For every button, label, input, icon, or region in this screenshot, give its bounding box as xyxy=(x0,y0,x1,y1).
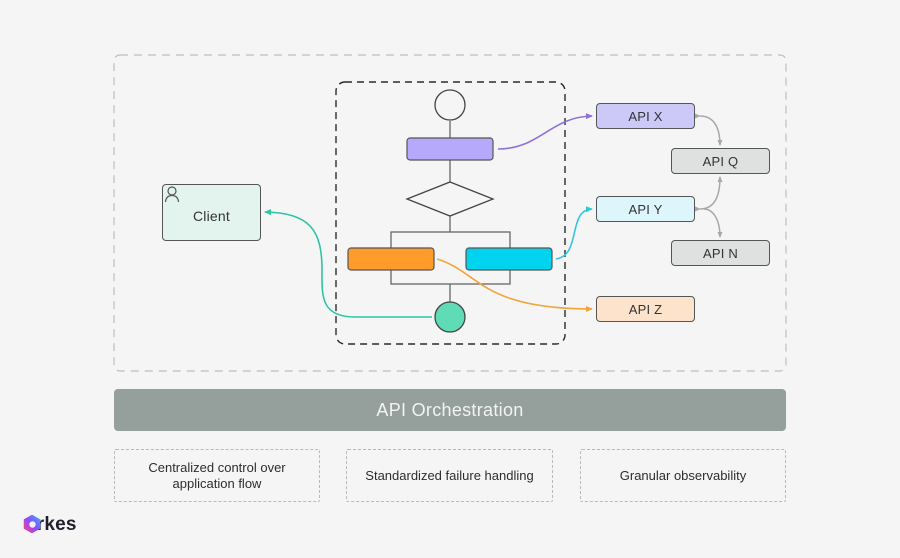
task-purple[interactable] xyxy=(406,137,494,161)
feature-label: Centralized control over application flo… xyxy=(148,459,286,491)
feature-failure-handling: Standardized failure handling xyxy=(346,449,553,502)
diagram-canvas: Client API X API Q API Y API N API Z API… xyxy=(0,0,900,558)
connector-cyan-to-api-y xyxy=(555,206,593,260)
feature-label: Standardized failure handling xyxy=(365,467,534,483)
banner-label: API Orchestration xyxy=(376,399,524,420)
api-q-node[interactable]: API Q xyxy=(671,148,770,174)
decision-node[interactable] xyxy=(405,181,495,217)
api-z-node[interactable]: API Z xyxy=(596,296,695,322)
client-label: Client xyxy=(193,208,230,224)
api-x-node[interactable]: API X xyxy=(596,103,695,129)
feature-centralized-control: Centralized control over application flo… xyxy=(114,449,320,502)
end-node[interactable] xyxy=(434,301,466,333)
task-cyan[interactable] xyxy=(465,247,553,271)
feature-label: Granular observability xyxy=(619,467,747,483)
api-z-label: API Z xyxy=(628,301,663,317)
task-orange[interactable] xyxy=(347,247,435,271)
connector-api-x-to-api-q xyxy=(694,113,723,146)
api-orchestration-banner: API Orchestration xyxy=(114,389,786,431)
connector-purple-to-api-x xyxy=(497,113,593,150)
orkes-logo: orkes xyxy=(22,514,77,536)
api-y-node[interactable]: API Y xyxy=(596,196,695,222)
connector-api-y-to-api-n xyxy=(703,208,723,238)
client-node[interactable]: Client xyxy=(162,184,261,241)
feature-observability: Granular observability xyxy=(580,449,786,502)
start-node[interactable] xyxy=(434,89,466,121)
api-q-label: API Q xyxy=(702,153,739,169)
connector-api-y-to-api-q xyxy=(694,176,723,212)
api-x-label: API X xyxy=(628,108,663,124)
api-n-label: API N xyxy=(703,245,738,261)
api-n-node[interactable]: API N xyxy=(671,240,770,266)
api-y-label: API Y xyxy=(628,201,663,217)
